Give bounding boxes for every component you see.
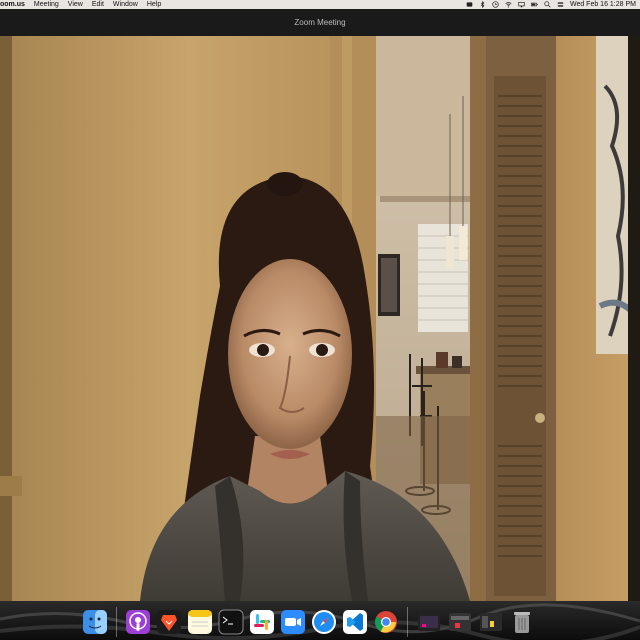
dock-separator xyxy=(116,607,117,637)
battery-icon[interactable] xyxy=(530,1,538,8)
slack-icon[interactable] xyxy=(249,607,275,637)
zoom-status-icon[interactable] xyxy=(466,1,473,8)
screen-icon[interactable] xyxy=(518,1,525,8)
recent-window-3[interactable] xyxy=(478,607,504,637)
menubar-clock[interactable]: Wed Feb 16 1:28 PM xyxy=(570,0,636,9)
video-frame xyxy=(0,36,640,601)
notes-icon[interactable] xyxy=(187,607,213,637)
dock-separator xyxy=(407,607,408,637)
window-titlebar[interactable]: Zoom Meeting xyxy=(0,9,640,36)
app-menu-name[interactable]: oom.us xyxy=(0,0,25,9)
finder-icon[interactable] xyxy=(82,607,108,637)
terminal-icon[interactable] xyxy=(218,607,244,637)
dock-items xyxy=(82,607,535,637)
recent-window-1[interactable] xyxy=(416,607,442,637)
menu-window[interactable]: Window xyxy=(113,0,138,9)
trash-icon[interactable] xyxy=(509,607,535,637)
search-icon[interactable] xyxy=(544,1,551,8)
clock-status-icon[interactable] xyxy=(492,1,499,8)
chrome-icon[interactable] xyxy=(373,607,399,637)
participant-video[interactable] xyxy=(0,36,640,601)
brave-browser-icon[interactable] xyxy=(156,607,182,637)
control-center-icon[interactable] xyxy=(557,1,564,8)
dock xyxy=(0,601,640,640)
menu-meeting[interactable]: Meeting xyxy=(34,0,59,9)
podcasts-icon[interactable] xyxy=(125,607,151,637)
recent-window-2[interactable] xyxy=(447,607,473,637)
safari-icon[interactable] xyxy=(311,607,337,637)
wifi-icon[interactable] xyxy=(505,1,512,8)
menu-help[interactable]: Help xyxy=(147,0,161,9)
status-area: Wed Feb 16 1:28 PM xyxy=(466,0,640,9)
vscode-icon[interactable] xyxy=(342,607,368,637)
zoom-icon[interactable] xyxy=(280,607,306,637)
bluetooth-icon[interactable] xyxy=(479,1,486,8)
menu-edit[interactable]: Edit xyxy=(92,0,104,9)
menu-view[interactable]: View xyxy=(68,0,83,9)
menu-bar: oom.us Meeting View Edit Window Help Wed… xyxy=(0,0,640,9)
window-title: Zoom Meeting xyxy=(294,18,346,27)
zoom-window: Zoom Meeting xyxy=(0,9,640,601)
